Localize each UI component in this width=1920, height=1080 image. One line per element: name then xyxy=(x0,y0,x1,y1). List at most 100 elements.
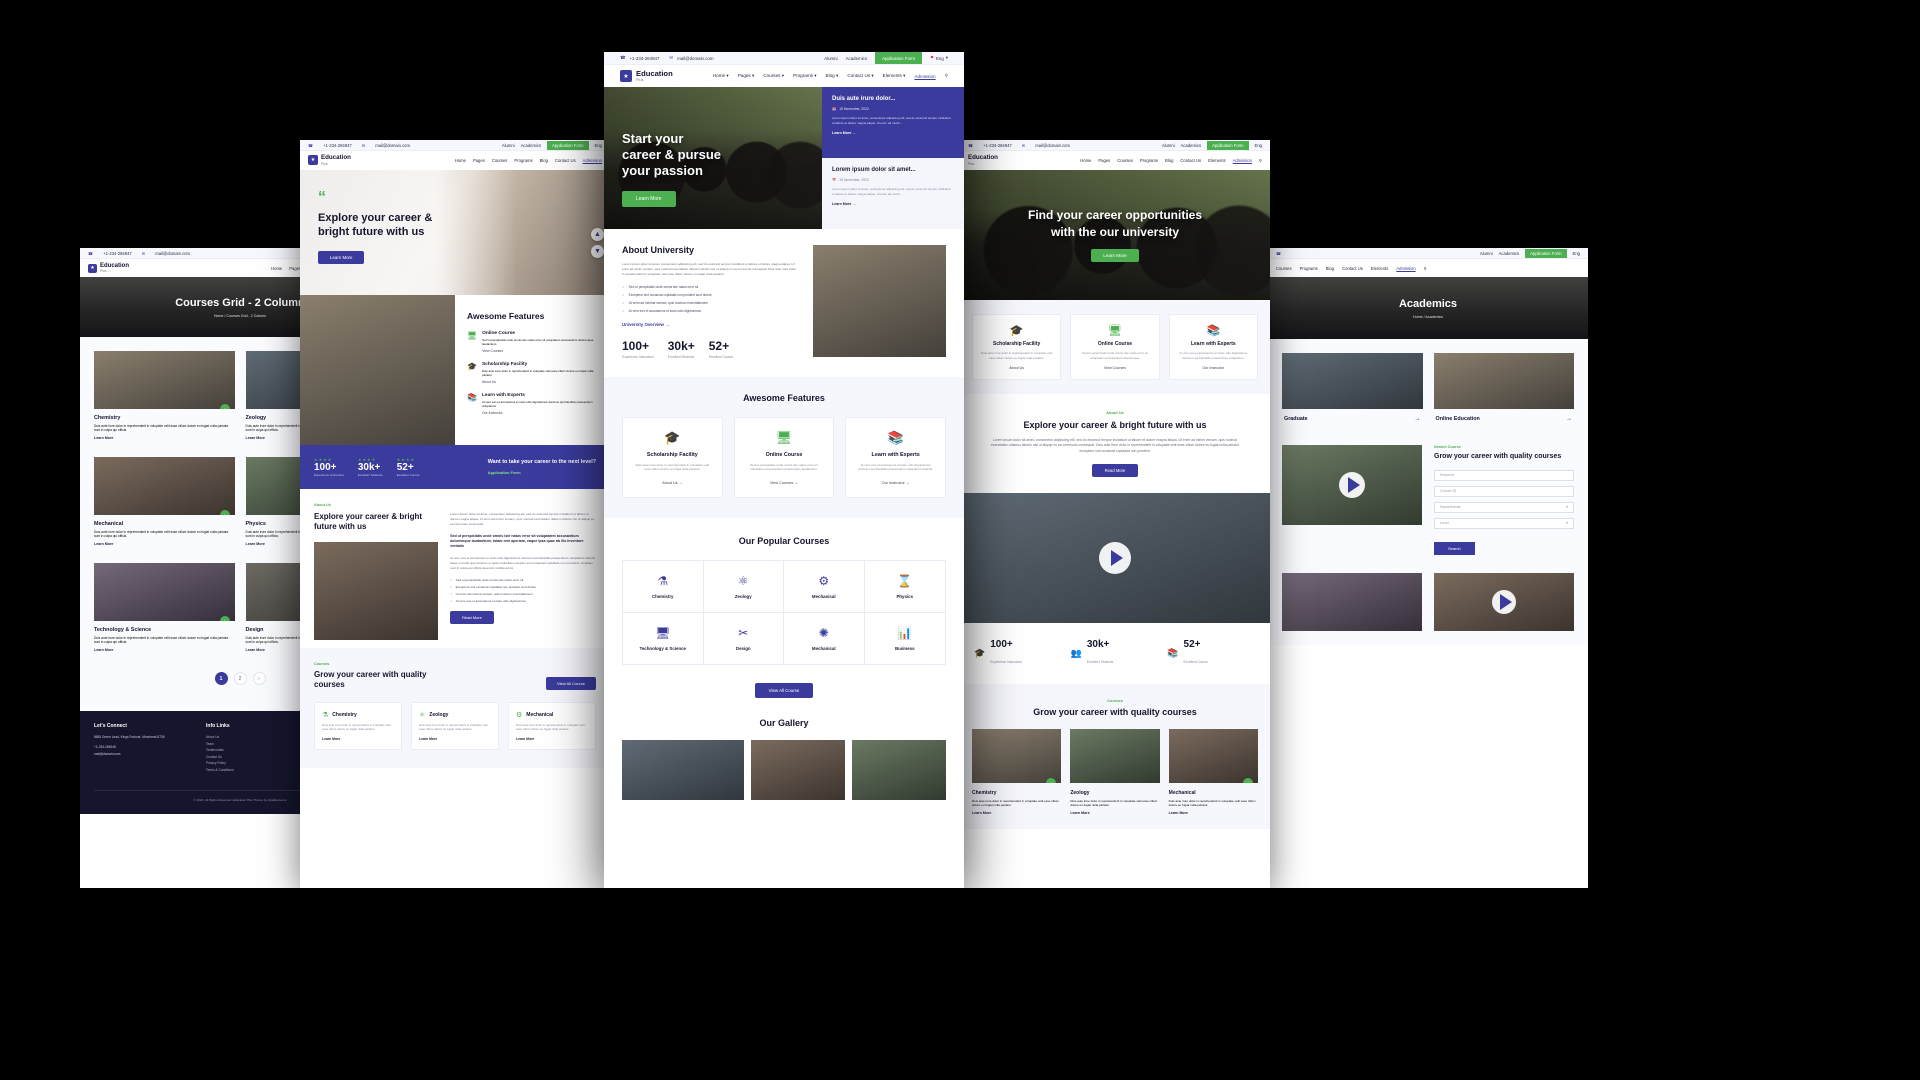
nav-contact[interactable]: Contact Us xyxy=(1342,266,1363,271)
university-overview-link[interactable]: University Overview → xyxy=(622,322,799,327)
course-link[interactable]: Learn More xyxy=(1070,811,1159,815)
search-icon[interactable]: ⚲ xyxy=(1424,266,1427,271)
nav-pages[interactable]: Pages xyxy=(473,158,485,163)
search-button[interactable]: Search xyxy=(1434,541,1475,555)
topbar-link-academics[interactable]: Academics xyxy=(1499,251,1519,256)
course-card[interactable]: ★ Chemistry Duis aute irure dolor in rep… xyxy=(972,729,1062,815)
page-about-explore[interactable]: ☎ +1-234-284947 ✉ mail@domain.com Alumni… xyxy=(300,140,610,888)
academic-card[interactable]: Graduate → xyxy=(1282,353,1423,429)
nav-contact[interactable]: Contact Us ▾ xyxy=(847,73,873,79)
course-card[interactable]: ★ Chemistry Duis aute irure dolor in rep… xyxy=(94,351,235,446)
news-card[interactable]: Lorem ipsum dolor sit amet... 📅 15 Novemb… xyxy=(822,158,964,229)
nav-programs[interactable]: Programs xyxy=(1300,266,1318,271)
topbar-link-academics[interactable]: Academics xyxy=(521,143,541,148)
language-selector[interactable]: ⚑ Eng ▾ xyxy=(930,55,948,61)
nav-admission[interactable]: Admission xyxy=(1233,158,1252,163)
feature-row[interactable]: 🖥 Online Course Sed ut perspiciatis unde… xyxy=(467,331,598,353)
course-link[interactable]: Learn More xyxy=(94,542,235,546)
course-link[interactable]: Learn More xyxy=(322,737,394,741)
course-category[interactable]: 📊 Business xyxy=(864,613,945,665)
feature-card[interactable]: 🖥 Online Course Sed ut perspiciatis unde… xyxy=(733,416,835,499)
course-link[interactable]: Learn More xyxy=(419,737,491,741)
course-category[interactable]: ⌛ Physics xyxy=(864,561,945,614)
arrow-right-icon[interactable]: → xyxy=(1566,416,1572,422)
cta-band-link[interactable]: Application Form xyxy=(488,470,596,475)
nav-courses[interactable]: Courses ▾ xyxy=(763,73,784,79)
page-academics[interactable]: ☎ Alumni Academics Application Form Eng … xyxy=(1268,248,1588,888)
footer-email[interactable]: mail@domain.com xyxy=(94,752,196,756)
search-icon[interactable]: ⚲ xyxy=(945,73,948,79)
course-link[interactable]: Learn More xyxy=(94,436,235,440)
topbar-email[interactable]: mail@domain.com xyxy=(1035,143,1070,148)
topbar-link-alumni[interactable]: Alumni xyxy=(502,143,515,148)
feature-link[interactable]: About Us xyxy=(482,380,598,384)
nav-home[interactable]: Home xyxy=(1080,158,1091,163)
nav-courses[interactable]: Courses xyxy=(492,158,508,163)
feature-link[interactable]: Our Instructor xyxy=(1176,366,1251,370)
footer-phone[interactable]: +1-234-284948 xyxy=(94,745,196,749)
topbar-link-alumni[interactable]: Alumni xyxy=(1480,251,1493,256)
nav-admission[interactable]: Admission xyxy=(914,74,935,79)
nav-blog[interactable]: Blog ▾ xyxy=(826,73,839,79)
academic-card[interactable]: Online Education → xyxy=(1433,353,1574,429)
topbar-phone[interactable]: +1-234-284947 xyxy=(103,251,132,256)
nav-admission[interactable]: Admission xyxy=(583,158,602,163)
topbar-phone[interactable]: +1-234-284947 xyxy=(629,56,659,61)
nav-home[interactable]: Home xyxy=(271,266,282,271)
about-read-more-button[interactable]: Read More xyxy=(1091,464,1139,478)
hero-learn-more-button[interactable]: Learn More xyxy=(622,190,676,207)
search-field-level[interactable]: Level ▾ xyxy=(1434,517,1574,529)
nav-elements[interactable]: Elements xyxy=(1208,158,1225,163)
gallery-image[interactable] xyxy=(622,740,745,801)
course-category[interactable]: ⚙ Mechanical xyxy=(784,561,865,614)
footer-link[interactable]: Terms & Conditions xyxy=(206,768,291,772)
next-page-icon[interactable]: › xyxy=(252,672,266,685)
application-form-button[interactable]: Application Form xyxy=(1207,140,1249,150)
nav-pages[interactable]: Pages xyxy=(1098,158,1110,163)
nav-pages[interactable]: Pages ▾ xyxy=(738,73,755,79)
brand-logo[interactable]: ★ Education Plus xyxy=(620,70,673,82)
language-selector[interactable]: Eng xyxy=(1255,143,1262,148)
nav-blog[interactable]: Blog xyxy=(1165,158,1173,163)
news-learn-more-link[interactable]: Learn More → xyxy=(832,202,954,206)
footer-link[interactable]: Privacy Policy xyxy=(206,761,291,765)
nav-programs[interactable]: Programs xyxy=(1140,158,1158,163)
course-card[interactable]: ⚛ Zeology Duis aute irure dolor in repre… xyxy=(411,702,499,750)
feature-link[interactable]: Our Instructor → xyxy=(855,481,936,485)
brand-logo[interactable]: ★ Education Plus xyxy=(308,155,351,166)
course-link[interactable]: Learn More xyxy=(94,648,235,652)
page-1-button[interactable]: 1 xyxy=(214,672,228,685)
scroll-down-icon[interactable]: ▼ xyxy=(591,245,604,258)
gallery-image[interactable] xyxy=(852,740,946,801)
feature-card[interactable]: 📚 Learn with Experts At vero eos et accu… xyxy=(1168,314,1258,380)
play-icon[interactable] xyxy=(1099,542,1131,575)
course-link[interactable]: Learn More xyxy=(516,737,588,741)
news-learn-more-link[interactable]: Learn More → xyxy=(832,131,954,135)
course-card[interactable]: ★ Technology & Science Duis aute irure d… xyxy=(94,563,235,658)
nav-blog[interactable]: Blog xyxy=(1326,266,1334,271)
topbar-email[interactable]: mail@domain.com xyxy=(155,251,190,256)
scroll-up-icon[interactable]: ▲ xyxy=(591,228,604,241)
search-icon[interactable]: ⚲ xyxy=(1259,158,1262,163)
application-form-button[interactable]: Application Form xyxy=(1525,248,1567,258)
nav-programs[interactable]: Programs xyxy=(514,158,532,163)
topbar-phone[interactable]: +1-234-284947 xyxy=(983,143,1012,148)
course-category[interactable]: ✺ Mechanical xyxy=(784,613,865,665)
page-about-us[interactable]: ☎ +1-234-284947 ✉ mail@domain.com Alumni… xyxy=(960,140,1270,888)
search-field-keyword[interactable]: Keyword xyxy=(1434,469,1574,481)
nav-home[interactable]: Home xyxy=(455,158,466,163)
topbar-email[interactable]: mail@domain.com xyxy=(375,143,410,148)
feature-card[interactable]: 🎓 Scholarship Facility Duis aute irure d… xyxy=(972,314,1062,380)
course-category[interactable]: ⚗ Chemistry xyxy=(623,561,704,614)
nav-elements[interactable]: Elements xyxy=(1371,266,1388,271)
topbar-link-academics[interactable]: Academics xyxy=(1181,143,1201,148)
hero-cta-button[interactable]: Learn More xyxy=(318,250,365,264)
feature-link[interactable]: View Courses xyxy=(1077,366,1152,370)
brand-logo[interactable]: Education Plus xyxy=(968,155,998,166)
feature-card[interactable]: 📚 Learn with Experts At vero eos et accu… xyxy=(845,416,946,499)
feature-card[interactable]: 🖥 Online Course Sed ut perspiciatis unde… xyxy=(1070,314,1160,380)
about-read-more-button[interactable]: Read More xyxy=(450,611,494,625)
search-field-departments[interactable]: Departments ▾ xyxy=(1434,501,1574,513)
course-category[interactable]: ⚛ Zeology xyxy=(703,561,784,614)
view-all-course-button[interactable]: View All Course xyxy=(546,677,596,690)
